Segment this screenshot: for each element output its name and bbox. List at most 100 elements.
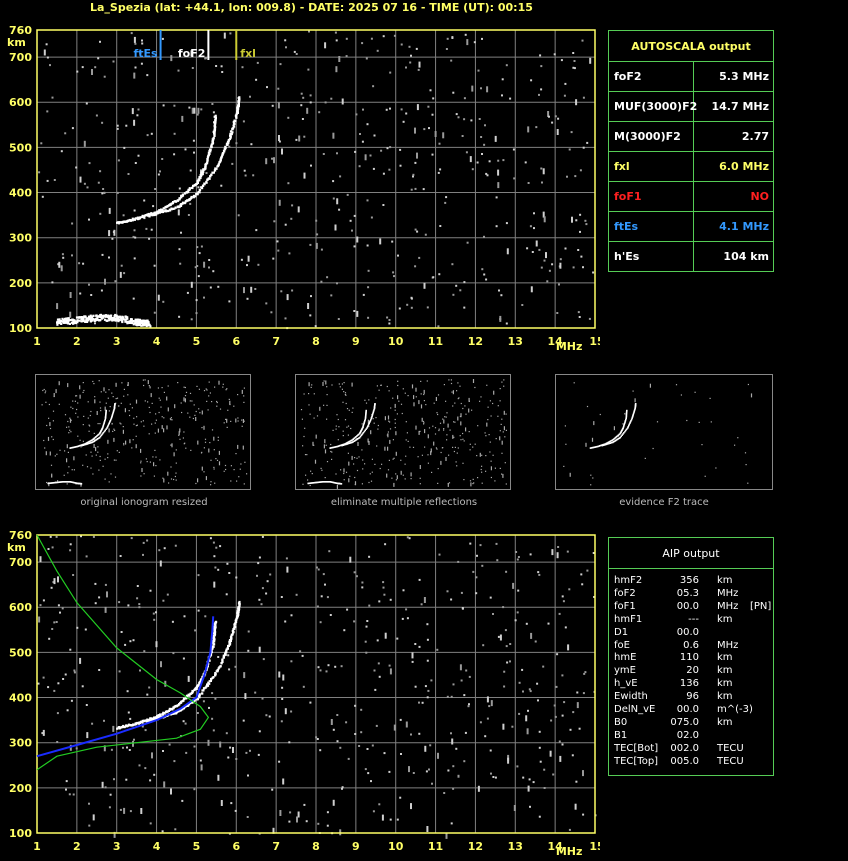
thumb-noise <box>390 407 392 409</box>
aip-value: 96 <box>686 691 699 703</box>
noise-dot <box>556 552 559 559</box>
noise-dot <box>414 228 417 231</box>
thumb-noise <box>505 413 507 415</box>
noise-dot <box>88 283 90 286</box>
noise-dot <box>527 182 530 184</box>
noise-dot <box>426 659 429 662</box>
noise-dot <box>265 158 268 165</box>
noise-dot <box>582 96 585 99</box>
noise-dot <box>225 593 228 596</box>
noise-dot <box>324 101 327 104</box>
noise-dot <box>345 721 348 724</box>
noise-dot <box>416 152 418 159</box>
thumb-noise <box>462 462 464 464</box>
noise-dot <box>88 218 90 221</box>
noise-dot <box>424 233 427 236</box>
thumb-noise <box>402 474 404 476</box>
thumb-noise <box>337 418 339 421</box>
thumb-noise <box>155 456 157 458</box>
thumb-noise <box>465 413 467 415</box>
thumb-noise <box>224 464 227 467</box>
trace-point <box>198 188 202 191</box>
thumb-noise <box>503 410 505 415</box>
thumb-noise <box>459 385 461 387</box>
noise-dot <box>332 197 335 200</box>
noise-dot <box>578 727 581 730</box>
thumb-noise <box>203 447 205 449</box>
thumb-noise <box>443 419 445 424</box>
x-tick-label: 5 <box>193 335 201 348</box>
thumb-noise <box>469 443 471 445</box>
noise-dot <box>243 672 246 679</box>
noise-dot <box>39 556 42 563</box>
trace-point <box>134 217 137 220</box>
thumb-noise <box>64 414 67 416</box>
noise-dot <box>465 669 468 672</box>
thumb-noise <box>354 483 356 486</box>
noise-dot <box>372 85 375 88</box>
thumb-trace-point <box>340 483 343 485</box>
noise-dot <box>200 108 203 111</box>
autoscala-row-separator <box>693 62 694 92</box>
noise-dot <box>243 169 246 172</box>
noise-dot <box>463 694 466 697</box>
noise-dot <box>354 733 357 735</box>
noise-dot <box>512 148 515 151</box>
noise-dot <box>49 535 52 538</box>
thumb-noise <box>395 431 397 436</box>
noise-dot <box>221 71 224 73</box>
thumb-noise <box>372 418 374 420</box>
trace-point <box>213 629 216 632</box>
noise-dot <box>543 216 546 223</box>
noise-dot <box>200 764 203 771</box>
trace-point <box>171 207 174 210</box>
noise-dot <box>540 65 543 68</box>
noise-dot <box>549 750 552 757</box>
thumb-noise <box>302 483 304 485</box>
thumb-noise <box>44 392 46 394</box>
noise-dot <box>380 149 383 152</box>
thumb-noise <box>246 473 248 475</box>
noise-dot <box>95 114 98 117</box>
trace-point <box>183 698 186 701</box>
thumb-noise <box>43 388 45 391</box>
thumb-noise <box>409 446 411 448</box>
noise-dot <box>244 174 247 177</box>
noise-dot <box>450 59 453 62</box>
noise-dot <box>529 690 532 693</box>
noise-dot <box>583 672 586 675</box>
noise-dot <box>76 626 79 629</box>
thumb-noise <box>345 402 347 405</box>
thumb-noise <box>320 467 322 469</box>
noise-dot <box>184 722 187 725</box>
noise-dot <box>209 286 212 289</box>
noise-dot <box>384 632 387 639</box>
noise-dot <box>411 652 414 659</box>
thumb-noise <box>497 415 499 417</box>
thumb-noise <box>463 440 465 442</box>
noise-dot <box>213 555 216 558</box>
thumb-noise <box>177 382 179 384</box>
thumb-noise <box>473 482 475 484</box>
thumb-noise <box>402 388 404 390</box>
noise-dot <box>423 128 426 131</box>
noise-dot <box>366 620 369 622</box>
noise-dot <box>307 68 310 71</box>
thumbnail-caption-multiple: eliminate multiple reflections <box>330 497 478 508</box>
thumb-noise <box>400 470 402 475</box>
thumb-noise <box>99 401 101 403</box>
noise-dot <box>581 39 584 42</box>
thumb-noise <box>135 435 137 437</box>
thumb-noise <box>433 441 435 446</box>
thumb-noise <box>147 401 149 403</box>
noise-dot <box>505 322 508 325</box>
thumb-noise <box>72 400 74 402</box>
thumb-noise <box>115 382 117 387</box>
thumb-noise <box>590 484 592 486</box>
trace-point <box>201 692 204 695</box>
noise-dot <box>261 587 264 590</box>
noise-dot <box>98 669 101 671</box>
noise-dot <box>126 690 129 693</box>
noise-dot <box>414 643 417 645</box>
thumb-noise <box>343 468 345 473</box>
